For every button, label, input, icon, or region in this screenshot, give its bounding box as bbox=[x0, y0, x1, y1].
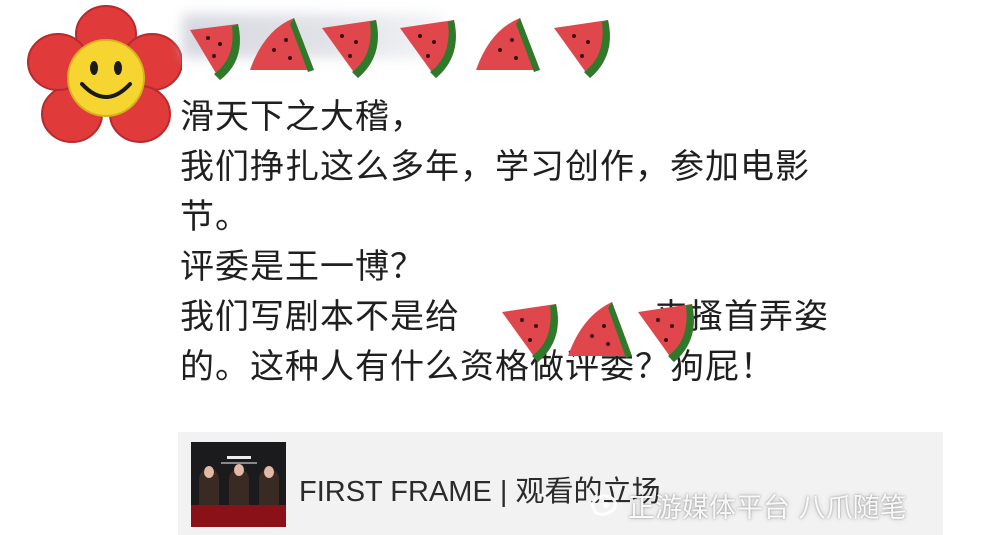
watermelon-icon bbox=[190, 18, 610, 80]
post-line: 滑天下之大稽， bbox=[180, 97, 425, 137]
link-thumbnail bbox=[191, 442, 286, 527]
watermark-text: 正游媒体平台 八爪随笔 bbox=[628, 492, 907, 524]
username-emoji-mask bbox=[180, 10, 620, 80]
watermark-logo-icon bbox=[590, 494, 617, 516]
post-line: 我们挣扎这么多年，学习创作，参加电影 bbox=[180, 147, 810, 187]
post-line: 节。 bbox=[180, 197, 250, 237]
watermark: 正游媒体平台 八爪随笔 bbox=[588, 488, 907, 524]
avatar[interactable] bbox=[22, 4, 183, 149]
post-line-head: 我们写剧本不是给 bbox=[180, 297, 460, 337]
name-emoji-mask bbox=[500, 298, 700, 362]
watermelon-icon bbox=[502, 302, 694, 362]
post-line: 评委是王一博？ bbox=[180, 247, 425, 287]
smiley-flower-icon bbox=[27, 5, 183, 143]
